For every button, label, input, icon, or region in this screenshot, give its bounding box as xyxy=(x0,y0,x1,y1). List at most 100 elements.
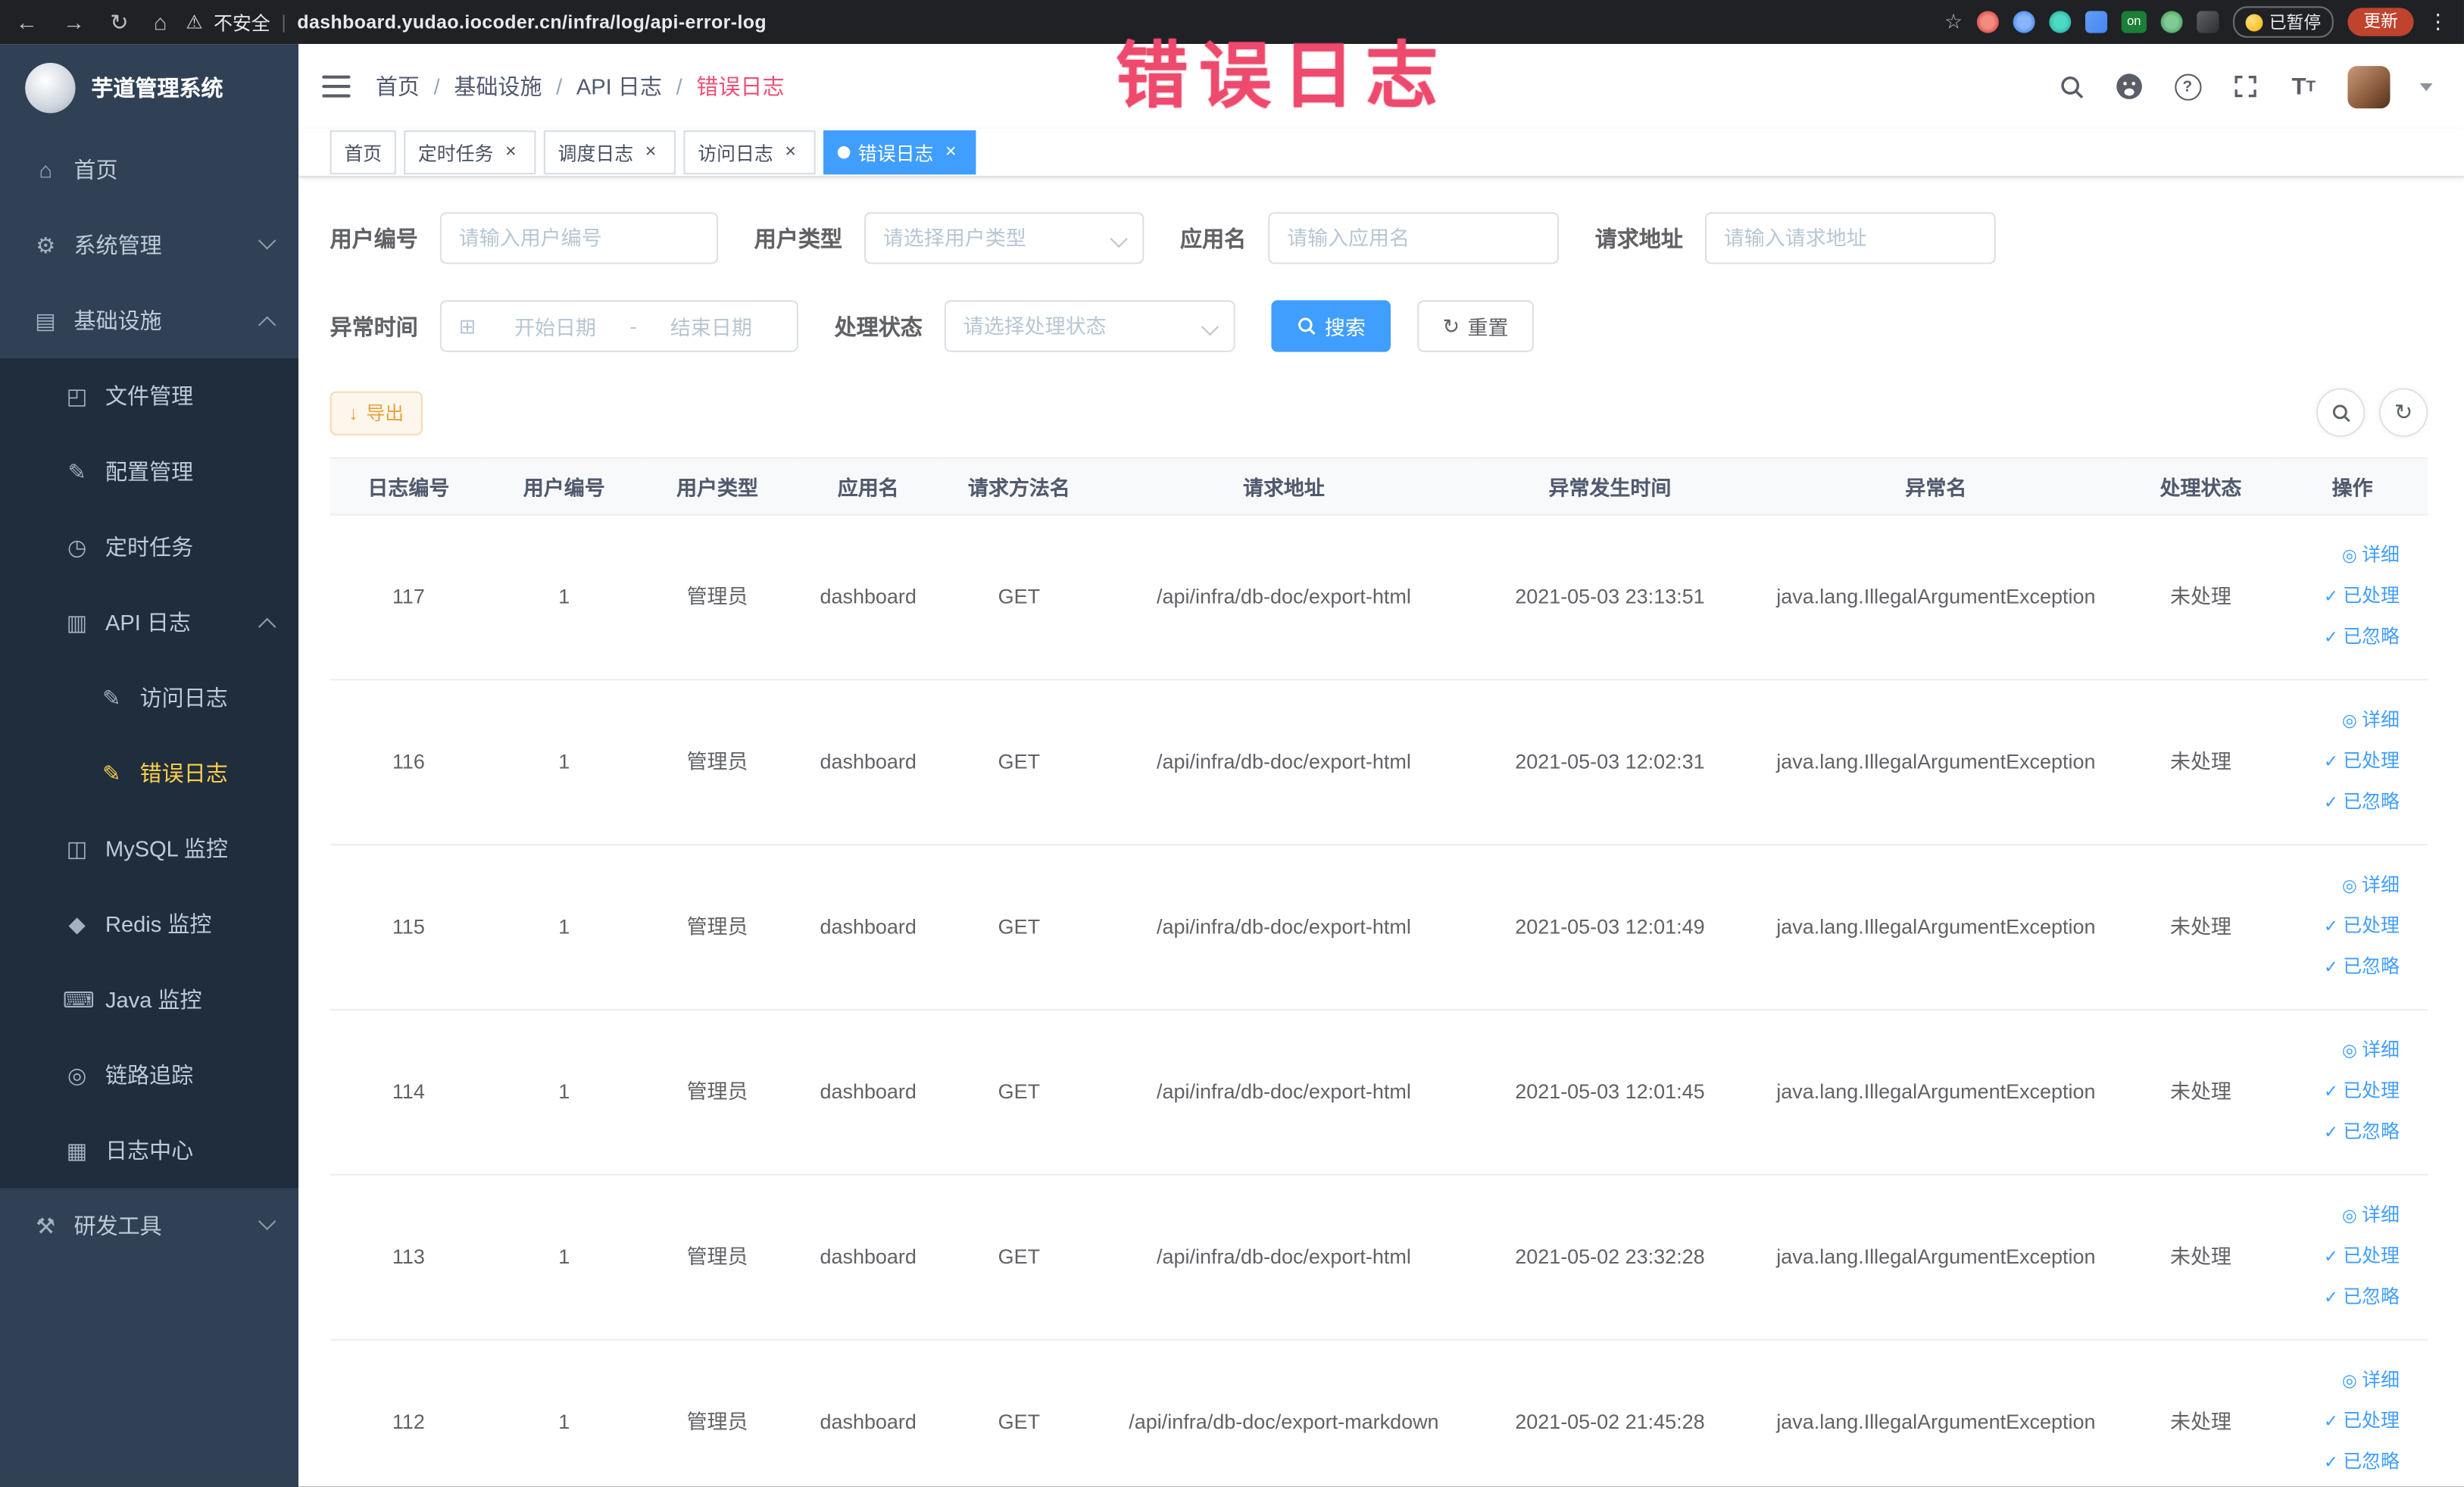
help-icon[interactable]: ? xyxy=(2173,72,2201,100)
sidebar-item-label: MySQL 监控 xyxy=(105,836,228,861)
end-date-placeholder[interactable]: 结束日期 xyxy=(643,311,779,341)
url-text[interactable]: dashboard.yudao.iocoder.cn/infra/log/api… xyxy=(297,11,767,33)
extension-on-badge[interactable]: on xyxy=(2121,11,2147,33)
request-url-input[interactable] xyxy=(1704,212,1996,264)
font-size-icon[interactable]: TT xyxy=(2290,72,2318,100)
sidebar-item[interactable]: 日志中心 xyxy=(0,1112,299,1189)
browser-update-button[interactable]: 更新 xyxy=(2347,8,2414,36)
detail-link[interactable]: ◎ 详细 xyxy=(2277,1361,2400,1402)
sidebar-item[interactable]: 访问日志 xyxy=(0,660,299,736)
fullscreen-icon[interactable] xyxy=(2231,72,2259,100)
breadcrumb-item[interactable]: 首页 xyxy=(376,70,420,102)
user-type-select[interactable] xyxy=(864,212,1145,264)
sidebar-item[interactable]: Redis 监控 xyxy=(0,886,299,962)
cell-method: GET xyxy=(942,1174,1095,1341)
sidebar-collapse-icon[interactable] xyxy=(322,75,351,98)
close-icon[interactable]: × xyxy=(940,141,962,164)
tab[interactable]: 首页 × xyxy=(329,130,396,175)
extension-icon[interactable] xyxy=(2085,11,2108,33)
cell-actions: ◎ 详细 ✓ 已处理 ✓ 已忽略 xyxy=(2277,1009,2428,1176)
sidebar-item[interactable]: 首页 xyxy=(0,132,298,208)
search-button[interactable]: 搜索 xyxy=(1271,300,1391,352)
breadcrumb-item[interactable]: 基础设施 xyxy=(420,70,542,102)
sidebar-item[interactable]: 文件管理 xyxy=(0,358,299,434)
date-range-picker[interactable]: ⊞ 开始日期 - 结束日期 xyxy=(439,300,798,352)
detail-link[interactable]: ◎ 详细 xyxy=(2277,701,2400,742)
detail-link[interactable]: ◎ 详细 xyxy=(2277,536,2400,576)
home-icon[interactable]: ⌂ xyxy=(154,9,167,34)
navbar-right-icons: ? TT xyxy=(2057,65,2433,108)
detail-link[interactable]: ◎ 详细 xyxy=(2277,866,2400,907)
user-no-input[interactable] xyxy=(439,212,719,264)
close-icon[interactable]: × xyxy=(500,141,522,164)
bookmark-star-icon[interactable]: ☆ xyxy=(1944,9,1963,34)
user-avatar[interactable] xyxy=(2347,65,2391,108)
detail-link[interactable]: ◎ 详细 xyxy=(2277,1196,2400,1237)
sidebar-item[interactable]: 链路追踪 xyxy=(0,1037,299,1113)
reset-button[interactable]: ↻ 重置 xyxy=(1417,300,1534,352)
processed-link[interactable]: ✓ 已处理 xyxy=(2277,1072,2400,1113)
tab[interactable]: 访问日志 × xyxy=(683,130,816,175)
browser-menu-icon[interactable]: ⋮ xyxy=(2428,9,2448,34)
ignored-link[interactable]: ✓ 已忽略 xyxy=(2277,783,2400,823)
sidebar-item[interactable]: 研发工具 xyxy=(0,1188,298,1264)
back-icon[interactable]: ← xyxy=(16,9,38,34)
date-range-separator: - xyxy=(629,314,637,339)
sidebar-item[interactable]: Java 监控 xyxy=(0,961,299,1038)
processed-link[interactable]: ✓ 已处理 xyxy=(2277,1237,2400,1278)
start-date-placeholder[interactable]: 开始日期 xyxy=(487,311,623,341)
sidebar-item[interactable]: 系统管理 xyxy=(0,208,298,283)
detail-link[interactable]: ◎ 详细 xyxy=(2277,1031,2400,1072)
caret-down-icon[interactable] xyxy=(2419,82,2433,91)
export-button[interactable]: ↓ 导出 xyxy=(329,390,423,435)
extension-icon[interactable] xyxy=(2049,11,2072,33)
cell-exception-time: 2021-05-02 21:45:28 xyxy=(1472,1339,1747,1487)
close-icon[interactable]: × xyxy=(779,141,801,164)
cell-actions: ◎ 详细 ✓ 已处理 ✓ 已忽略 xyxy=(2277,679,2428,846)
processed-link[interactable]: ✓ 已处理 xyxy=(2277,1402,2400,1443)
reload-icon[interactable]: ↻ xyxy=(110,8,128,35)
close-icon[interactable]: × xyxy=(639,141,661,164)
breadcrumb-item[interactable]: API 日志 xyxy=(542,70,662,102)
extension-icon[interactable] xyxy=(2160,11,2183,33)
app-name-input[interactable] xyxy=(1268,212,1560,264)
forward-icon[interactable]: → xyxy=(63,9,85,34)
ignored-link[interactable]: ✓ 已忽略 xyxy=(2277,1113,2400,1154)
sidebar-item[interactable]: API 日志 xyxy=(0,584,299,661)
sidebar-item-label: 配置管理 xyxy=(105,458,194,484)
extension-icon[interactable] xyxy=(1976,11,1999,33)
sidebar-item[interactable]: 错误日志 xyxy=(0,735,299,811)
address-bar[interactable]: ⚠ 不安全 | dashboard.yudao.iocoder.cn/infra… xyxy=(186,8,767,35)
sidebar-item[interactable]: MySQL 监控 xyxy=(0,811,299,887)
breadcrumb-item[interactable]: 错误日志 xyxy=(662,70,784,102)
processed-link[interactable]: ✓ 已处理 xyxy=(2277,907,2400,948)
app-name-input-field[interactable] xyxy=(1287,226,1541,250)
app-logo[interactable]: 芋道管理系统 xyxy=(0,44,298,132)
sidebar-item[interactable]: 定时任务 xyxy=(0,509,299,585)
ignored-link[interactable]: ✓ 已忽略 xyxy=(2277,1278,2400,1319)
ignored-link[interactable]: ✓ 已忽略 xyxy=(2277,617,2400,658)
github-icon[interactable] xyxy=(2115,72,2143,100)
processed-link[interactable]: ✓ 已处理 xyxy=(2277,742,2400,783)
refresh-button[interactable]: ↻ xyxy=(2378,388,2428,437)
extension-icon[interactable] xyxy=(2013,11,2035,33)
toggle-search-button[interactable] xyxy=(2316,388,2366,437)
tab[interactable]: 调度日志 × xyxy=(543,130,676,175)
processed-link[interactable]: ✓ 已处理 xyxy=(2277,576,2400,617)
tab[interactable]: 错误日志 × xyxy=(823,130,976,175)
sidebar-item[interactable]: 配置管理 xyxy=(0,433,299,510)
paused-profile-badge[interactable]: 已暂停 xyxy=(2233,6,2334,38)
search-icon[interactable] xyxy=(2057,72,2085,100)
ignored-link[interactable]: ✓ 已忽略 xyxy=(2277,948,2400,989)
tab[interactable]: 定时任务 × xyxy=(404,130,536,175)
extension-icon[interactable] xyxy=(2197,11,2219,33)
exception-time-label: 异常时间 xyxy=(329,313,418,339)
ignored-link[interactable]: ✓ 已忽略 xyxy=(2277,1442,2400,1483)
user-type-select-field[interactable] xyxy=(882,226,1126,250)
request-url-input-field[interactable] xyxy=(1723,226,1977,250)
sidebar-item[interactable]: 基础设施 xyxy=(0,283,298,358)
table-row: 115 1 管理员 dashboard GET /api/infra/db-do… xyxy=(329,845,2428,1011)
process-status-select[interactable] xyxy=(944,300,1235,352)
process-status-select-field[interactable] xyxy=(963,314,1216,339)
user-no-input-field[interactable] xyxy=(458,226,700,250)
